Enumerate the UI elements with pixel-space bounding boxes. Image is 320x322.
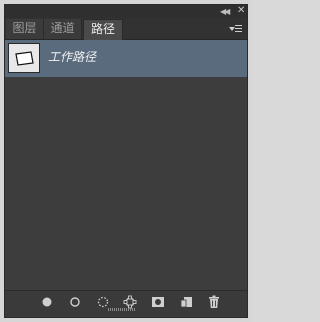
panel-menu-icon[interactable] xyxy=(229,24,243,34)
paths-panel: ◀◀ ✕ 图层 通道 路径 工作路径 xyxy=(4,4,248,318)
fill-path-icon xyxy=(42,297,52,307)
path-shape-icon xyxy=(15,51,34,66)
resize-grip[interactable] xyxy=(108,308,136,311)
add-mask-button[interactable] xyxy=(149,294,167,310)
close-icon[interactable]: ✕ xyxy=(237,6,246,16)
tab-layers[interactable]: 图层 xyxy=(6,19,44,39)
delete-path-icon xyxy=(209,295,219,308)
panel-frame: ◀◀ ✕ 图层 通道 路径 工作路径 xyxy=(0,0,252,322)
tab-paths[interactable]: 路径 xyxy=(83,19,123,40)
tab-bar: 图层 通道 路径 xyxy=(5,18,247,40)
paths-list: 工作路径 xyxy=(5,40,247,290)
new-path-button[interactable] xyxy=(177,294,195,310)
path-row-work-path[interactable]: 工作路径 xyxy=(5,40,247,77)
path-thumbnail xyxy=(8,43,40,73)
menu-lines-icon xyxy=(235,25,242,32)
delete-path-button[interactable] xyxy=(205,294,223,310)
path-name: 工作路径 xyxy=(48,50,97,64)
stroke-path-icon xyxy=(70,297,80,307)
add-mask-icon xyxy=(152,297,164,307)
panel-title-bar: ◀◀ ✕ xyxy=(5,5,247,18)
fill-path-button[interactable] xyxy=(38,294,56,310)
tab-channels[interactable]: 通道 xyxy=(44,19,82,39)
double-chevron-left-icon[interactable]: ◀◀ xyxy=(220,7,232,16)
stroke-path-button[interactable] xyxy=(66,294,84,310)
new-path-icon xyxy=(180,297,192,308)
